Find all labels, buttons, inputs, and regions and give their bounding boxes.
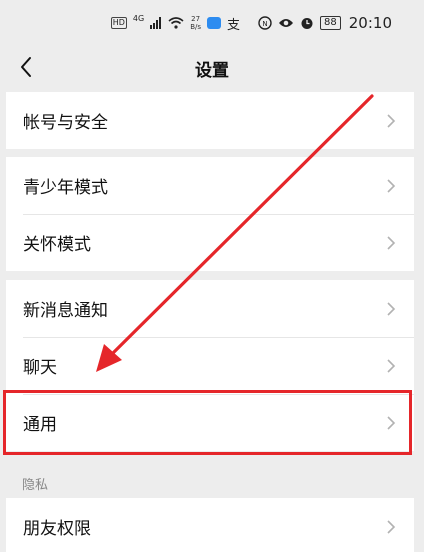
settings-item-label: 关怀模式 (23, 235, 91, 255)
chevron-right-icon (387, 179, 396, 193)
settings-item-label: 新消息通知 (23, 301, 108, 321)
chevron-right-icon (387, 302, 396, 316)
settings-item-label: 朋友权限 (23, 519, 91, 539)
settings-item-label: 通用 (23, 415, 57, 435)
chevron-right-icon (387, 416, 396, 430)
status-bar: HD 4G 27 B/s 支 N 88 20:10 (0, 0, 424, 46)
settings-group-general: 新消息通知 聊天 通用 (6, 280, 414, 451)
chevron-right-icon (387, 520, 396, 534)
net-speed: 27 B/s (190, 15, 202, 31)
wifi-icon (168, 17, 184, 29)
settings-item-label: 青少年模式 (23, 178, 108, 198)
chevron-right-icon (387, 359, 396, 373)
settings-item-notifications[interactable]: 新消息通知 (6, 280, 414, 337)
nfc-icon: N (258, 16, 272, 30)
eye-icon (279, 19, 294, 27)
settings-item-label: 聊天 (23, 358, 57, 378)
alarm-icon (301, 18, 313, 29)
settings-item-account-security[interactable]: 帐号与安全 (6, 92, 414, 149)
settings-group-account: 帐号与安全 (6, 92, 414, 149)
signal-bars-icon (150, 17, 162, 29)
clock: 20:10 (348, 14, 392, 32)
cloud-app-icon (207, 17, 222, 29)
settings-group-modes: 青少年模式 关怀模式 (6, 157, 414, 271)
cellular-signal-icon: 4G (132, 13, 145, 23)
status-icons: HD 4G 27 B/s 支 N 88 20:10 (110, 13, 392, 33)
page-title: 设置 (195, 61, 229, 81)
settings-item-general[interactable]: 通用 (6, 394, 414, 451)
hd-badge: HD (110, 17, 127, 29)
chevron-right-icon (387, 236, 396, 250)
nav-bar: 设置 (0, 46, 424, 90)
settings-item-teen-mode[interactable]: 青少年模式 (6, 157, 414, 214)
svg-text:N: N (262, 20, 267, 28)
settings-item-label: 帐号与安全 (23, 113, 108, 133)
settings-item-friend-permissions[interactable]: 朋友权限 (6, 498, 414, 552)
section-header-privacy: 隐私 (22, 478, 49, 493)
alipay-icon: 支 (227, 17, 241, 33)
settings-item-care-mode[interactable]: 关怀模式 (6, 214, 414, 271)
settings-item-chat[interactable]: 聊天 (6, 337, 414, 394)
chevron-right-icon (387, 114, 396, 128)
battery-icon: 88 (320, 16, 341, 30)
settings-group-privacy: 朋友权限 (6, 498, 414, 552)
